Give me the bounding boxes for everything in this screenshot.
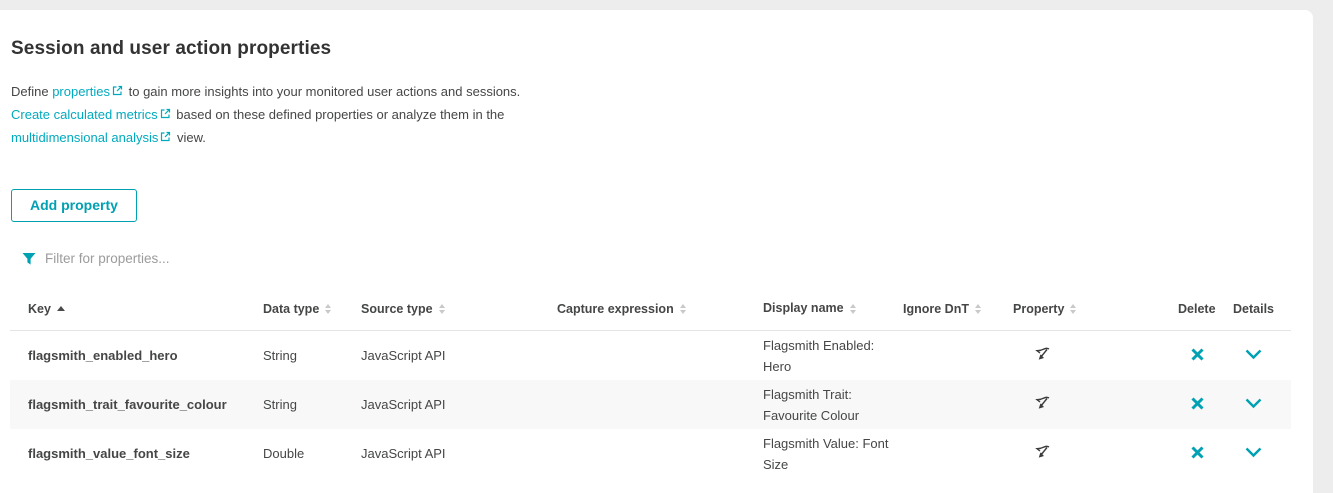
delete-x-icon[interactable] (1190, 445, 1205, 460)
column-header-label: Data type (263, 302, 319, 316)
column-header-capture-expression[interactable]: Capture expression (557, 302, 763, 316)
property-type-cell (1013, 443, 1178, 465)
table-row: flagsmith_enabled_hero String JavaScript… (10, 331, 1291, 380)
sort-toggle-icon (1070, 304, 1076, 314)
intro-text-segment: based on these defined properties or ana… (173, 107, 505, 122)
external-link-icon (159, 128, 172, 150)
intro-text-segment: Define (11, 84, 52, 99)
properties-link[interactable]: properties (52, 84, 110, 99)
page-title: Session and user action properties (11, 38, 1313, 60)
multidimensional-analysis-link[interactable]: multidimensional analysis (11, 130, 158, 145)
column-header-label: Key (28, 302, 51, 316)
property-type-cell (1013, 394, 1178, 416)
chevron-down-icon[interactable] (1245, 349, 1262, 360)
details-cell (1233, 348, 1291, 363)
details-cell (1233, 446, 1291, 461)
external-link-icon (111, 82, 124, 104)
display-name-cell: Flagsmith Trait: Favourite Colour (763, 384, 903, 426)
column-header-details: Details (1233, 302, 1291, 316)
sort-toggle-icon (975, 304, 981, 314)
filter-bar (22, 250, 1313, 267)
source-type-cell: JavaScript API (361, 348, 557, 363)
column-header-ignore-dnt[interactable]: Ignore DnT (903, 302, 1013, 316)
column-header-data-type[interactable]: Data type (263, 302, 361, 316)
intro-text-segment: to gain more insights into your monitore… (125, 84, 520, 99)
table-header-row: Key Data type Source type Capture expres… (10, 298, 1291, 331)
column-header-label: Source type (361, 302, 433, 316)
column-header-source-type[interactable]: Source type (361, 302, 557, 316)
data-type-cell: String (263, 397, 361, 412)
properties-table: Key Data type Source type Capture expres… (10, 298, 1291, 478)
delete-cell (1178, 396, 1233, 414)
intro-text: Define properties to gain more insights … (11, 81, 1313, 150)
column-header-label: Ignore DnT (903, 302, 969, 316)
intro-line-3: multidimensional analysis view. (11, 127, 1313, 150)
column-header-display-name[interactable]: Display name (763, 298, 903, 319)
sort-toggle-icon (850, 304, 856, 314)
action-property-icon (1033, 345, 1052, 364)
sort-ascending-icon (57, 306, 65, 311)
delete-x-icon[interactable] (1190, 396, 1205, 411)
add-property-button[interactable]: Add property (11, 189, 137, 222)
action-property-icon (1033, 443, 1052, 462)
filter-funnel-icon (22, 252, 36, 266)
column-header-label: Display name (763, 298, 844, 319)
main-panel: Session and user action properties Defin… (0, 10, 1313, 493)
property-key-cell: flagsmith_value_font_size (10, 446, 263, 461)
intro-line-1: Define properties to gain more insights … (11, 81, 1313, 104)
column-header-key[interactable]: Key (10, 302, 263, 316)
intro-line-2: Create calculated metrics based on these… (11, 104, 1313, 127)
table-row: flagsmith_value_font_size Double JavaScr… (10, 429, 1291, 478)
display-name-cell: Flagsmith Value: Font Size (763, 433, 903, 475)
data-type-cell: Double (263, 446, 361, 461)
sort-toggle-icon (680, 304, 686, 314)
property-key-cell: flagsmith_trait_favourite_colour (10, 397, 263, 412)
column-header-label: Capture expression (557, 302, 674, 316)
source-type-cell: JavaScript API (361, 446, 557, 461)
sort-toggle-icon (439, 304, 445, 314)
action-property-icon (1033, 394, 1052, 413)
delete-cell (1178, 347, 1233, 365)
source-type-cell: JavaScript API (361, 397, 557, 412)
column-header-delete: Delete (1178, 302, 1233, 316)
column-header-label: Delete (1178, 302, 1216, 316)
delete-x-icon[interactable] (1190, 347, 1205, 362)
column-header-label: Details (1233, 302, 1274, 316)
details-cell (1233, 397, 1291, 412)
intro-text-segment: view. (173, 130, 206, 145)
filter-properties-input[interactable] (43, 250, 363, 267)
column-header-label: Property (1013, 302, 1064, 316)
calculated-metrics-link[interactable]: Create calculated metrics (11, 107, 158, 122)
property-key-cell: flagsmith_enabled_hero (10, 348, 263, 363)
table-row: flagsmith_trait_favourite_colour String … (10, 380, 1291, 429)
chevron-down-icon[interactable] (1245, 398, 1262, 409)
data-type-cell: String (263, 348, 361, 363)
scrollbar-track[interactable] (1313, 0, 1333, 493)
property-type-cell (1013, 345, 1178, 367)
column-header-property[interactable]: Property (1013, 302, 1178, 316)
display-name-cell: Flagsmith Enabled: Hero (763, 335, 903, 377)
external-link-icon (159, 105, 172, 127)
delete-cell (1178, 445, 1233, 463)
sort-toggle-icon (325, 304, 331, 314)
chevron-down-icon[interactable] (1245, 447, 1262, 458)
